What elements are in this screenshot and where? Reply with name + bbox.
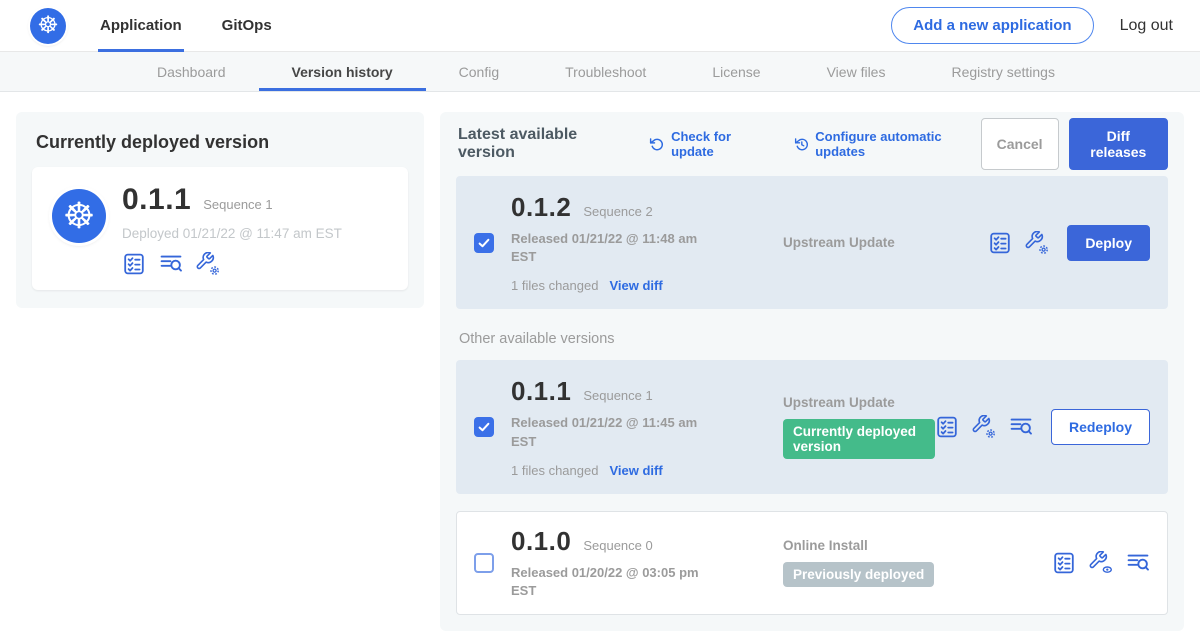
version-number: 0.1.2 — [511, 192, 571, 223]
app-logo-kubernetes-icon: ☸ — [30, 8, 66, 44]
version-history-panel: Latest available version Check for updat… — [440, 112, 1184, 631]
check-for-update-label: Check for update — [671, 129, 769, 159]
configure-automatic-updates-link[interactable]: Configure automatic updates — [794, 129, 981, 159]
previously-deployed-badge: Previously deployed — [783, 562, 934, 587]
tab-troubleshoot[interactable]: Troubleshoot — [532, 52, 679, 91]
tab-gitops[interactable]: GitOps — [220, 0, 274, 52]
add-new-application-button[interactable]: Add a new application — [891, 7, 1093, 44]
version-row: 0.1.1 Sequence 1 Released 01/21/22 @ 11:… — [456, 360, 1168, 493]
check-for-update-link[interactable]: Check for update — [649, 129, 768, 159]
version-number: 0.1.1 — [511, 376, 571, 407]
tab-license[interactable]: License — [679, 52, 793, 91]
top-nav-right: Add a new application Log out — [891, 7, 1173, 44]
version-source-label: Upstream Update — [783, 235, 988, 250]
log-out-link[interactable]: Log out — [1120, 17, 1173, 35]
version-row: 0.1.0 Sequence 0 Released 01/20/22 @ 03:… — [456, 511, 1168, 615]
deploy-logs-icon[interactable] — [1126, 551, 1150, 575]
tab-application[interactable]: Application — [98, 0, 184, 52]
latest-available-title: Latest available version — [458, 126, 624, 162]
version-sequence: Sequence 0 — [583, 538, 652, 553]
deployed-sequence: Sequence 1 — [203, 197, 272, 212]
version-checkbox[interactable] — [474, 417, 494, 437]
version-sequence: Sequence 2 — [583, 204, 652, 219]
other-available-versions-label: Other available versions — [459, 331, 1168, 347]
configure-automatic-updates-label: Configure automatic updates — [815, 129, 980, 159]
edit-config-icon[interactable] — [1025, 231, 1049, 255]
preflight-checks-icon[interactable] — [988, 231, 1012, 255]
version-row: 0.1.2 Sequence 2 Released 01/21/22 @ 11:… — [456, 176, 1168, 309]
files-changed-label: 1 files changed — [511, 278, 598, 293]
deploy-button[interactable]: Deploy — [1067, 225, 1150, 261]
refresh-icon — [649, 136, 665, 153]
preflight-checks-icon[interactable] — [122, 252, 146, 276]
tab-dashboard[interactable]: Dashboard — [124, 52, 259, 91]
released-timestamp: Released 01/20/22 @ 03:05 pm EST — [511, 564, 711, 600]
diff-releases-button[interactable]: Diff releases — [1069, 118, 1168, 170]
view-diff-link[interactable]: View diff — [609, 463, 662, 478]
currently-deployed-card: Currently deployed version ☸ 0.1.1 Seque… — [16, 112, 424, 308]
deployed-timestamp: Deployed 01/21/22 @ 11:47 am EST — [122, 226, 342, 241]
deployed-version-tile: ☸ 0.1.1 Sequence 1 Deployed 01/21/22 @ 1… — [32, 167, 408, 290]
version-number: 0.1.0 — [511, 526, 571, 557]
preflight-checks-icon[interactable] — [935, 415, 959, 439]
version-checkbox[interactable] — [474, 553, 494, 573]
edit-config-icon[interactable] — [972, 415, 996, 439]
released-timestamp: Released 01/21/22 @ 11:45 am EST — [511, 414, 711, 450]
tab-registry-settings[interactable]: Registry settings — [918, 52, 1087, 91]
redeploy-button[interactable]: Redeploy — [1051, 409, 1150, 445]
edit-config-icon[interactable] — [196, 252, 220, 276]
top-nav: ☸ Application GitOps Add a new applicati… — [0, 0, 1200, 52]
preflight-checks-icon[interactable] — [1052, 551, 1076, 575]
main-content: Currently deployed version ☸ 0.1.1 Seque… — [0, 92, 1200, 631]
app-nav-tabs: Application GitOps — [98, 0, 310, 52]
kubernetes-icon: ☸ — [52, 189, 106, 243]
currently-deployed-badge: Currently deployed version — [783, 419, 935, 459]
deploy-logs-icon[interactable] — [1009, 415, 1033, 439]
tab-view-files[interactable]: View files — [794, 52, 919, 91]
cancel-button[interactable]: Cancel — [981, 118, 1059, 170]
sub-nav: Dashboard Version history Config Trouble… — [0, 52, 1200, 92]
version-checkbox[interactable] — [474, 233, 494, 253]
version-source-label: Upstream Update — [783, 395, 935, 410]
kots-admin-console: ☸ Application GitOps Add a new applicati… — [0, 0, 1200, 634]
version-sequence: Sequence 1 — [583, 388, 652, 403]
released-timestamp: Released 01/21/22 @ 11:48 am EST — [511, 230, 711, 266]
view-diff-link[interactable]: View diff — [609, 278, 662, 293]
view-config-icon[interactable] — [1089, 551, 1113, 575]
tab-config[interactable]: Config — [426, 52, 532, 91]
clock-refresh-icon — [794, 136, 810, 153]
version-source-label: Online Install — [783, 538, 1052, 553]
currently-deployed-title: Currently deployed version — [36, 132, 408, 153]
tab-version-history[interactable]: Version history — [259, 52, 426, 91]
deploy-logs-icon[interactable] — [159, 252, 183, 276]
files-changed-label: 1 files changed — [511, 463, 598, 478]
deployed-version-number: 0.1.1 — [122, 183, 191, 217]
panel-header: Latest available version Check for updat… — [456, 126, 1168, 162]
